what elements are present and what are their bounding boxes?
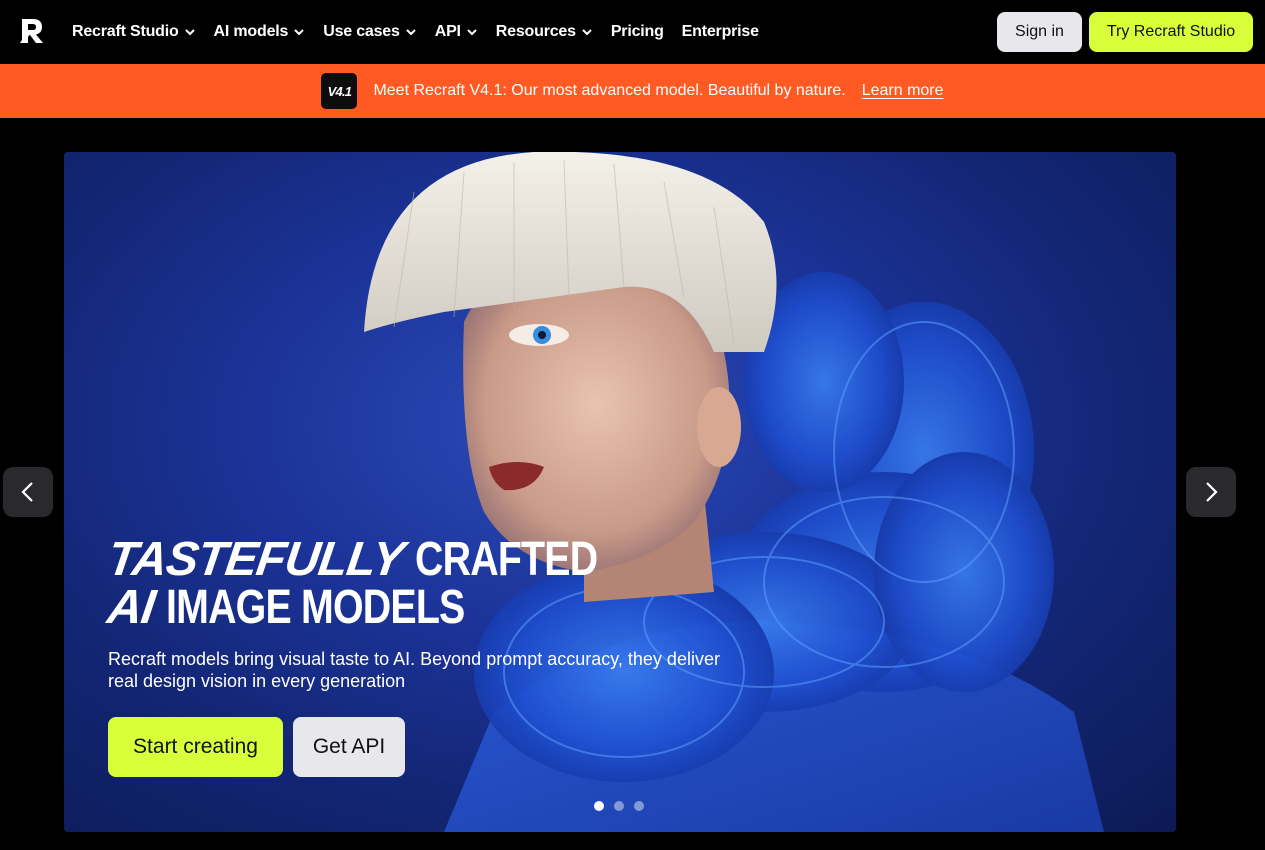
nav-label: Resources — [495, 23, 576, 40]
hero-headline: TASTEFULLY CRAFTED AI IMAGE MODELS — [104, 533, 638, 634]
chevron-right-icon — [1206, 482, 1218, 502]
chevron-down-icon — [294, 29, 304, 36]
sign-in-button[interactable]: Sign in — [997, 12, 1082, 52]
chevron-left-icon — [21, 482, 33, 502]
try-recraft-studio-button[interactable]: Try Recraft Studio — [1089, 12, 1253, 52]
nav-item-api[interactable]: API — [435, 23, 478, 41]
version-badge: V4.1 — [321, 73, 358, 109]
carousel-dots — [594, 801, 654, 811]
banner-text: Meet Recraft V4.1: Our most advanced mod… — [373, 82, 846, 99]
nav-item-enterprise[interactable]: Enterprise — [682, 23, 759, 41]
nav-actions: Sign in Try Recraft Studio — [997, 12, 1253, 52]
hero-subtitle: Recraft models bring visual taste to AI.… — [108, 649, 720, 691]
start-creating-button[interactable]: Start creating — [108, 717, 283, 777]
nav-links: Recraft Studio AI models Use cases API R… — [72, 0, 777, 64]
nav-label: Enterprise — [681, 23, 759, 40]
nav-item-resources[interactable]: Resources — [496, 23, 593, 41]
nav-label: Recraft Studio — [72, 23, 179, 40]
chevron-down-icon — [406, 29, 416, 36]
hero-carousel: TASTEFULLY CRAFTED AI IMAGE MODELS Recra… — [64, 152, 1176, 832]
carousel-prev-button[interactable] — [3, 467, 53, 517]
chevron-down-icon — [582, 29, 592, 36]
chevron-down-icon — [467, 29, 477, 36]
headline-word: CRAFTED — [415, 533, 598, 586]
nav-item-pricing[interactable]: Pricing — [611, 23, 664, 41]
nav-item-recraft-studio[interactable]: Recraft Studio — [72, 23, 196, 41]
carousel-dot-1[interactable] — [594, 801, 604, 811]
carousel-dot-3[interactable] — [634, 801, 644, 811]
nav-label: AI models — [213, 23, 289, 40]
nav-item-use-cases[interactable]: Use cases — [323, 23, 417, 41]
headline-word: IMAGE MODELS — [166, 581, 465, 634]
announcement-banner: V4.1 Meet Recraft V4.1: Our most advance… — [0, 64, 1265, 118]
headline-word: AI — [104, 581, 158, 634]
carousel-dot-2[interactable] — [614, 801, 624, 811]
nav-label: Pricing — [610, 23, 664, 40]
chevron-down-icon — [184, 29, 195, 36]
learn-more-link[interactable]: Learn more — [862, 82, 944, 100]
carousel-next-button[interactable] — [1186, 467, 1236, 517]
nav-label: Use cases — [323, 23, 400, 40]
get-api-button[interactable]: Get API — [293, 717, 405, 777]
nav-label: API — [434, 23, 461, 40]
headline-word: TASTEFULLY — [104, 533, 407, 586]
recraft-logo-icon[interactable] — [18, 17, 46, 45]
nav-item-ai-models[interactable]: AI models — [214, 23, 306, 41]
hero-cta-row: Start creating Get API — [108, 717, 405, 777]
top-nav: Recraft Studio AI models Use cases API R… — [0, 0, 1265, 64]
